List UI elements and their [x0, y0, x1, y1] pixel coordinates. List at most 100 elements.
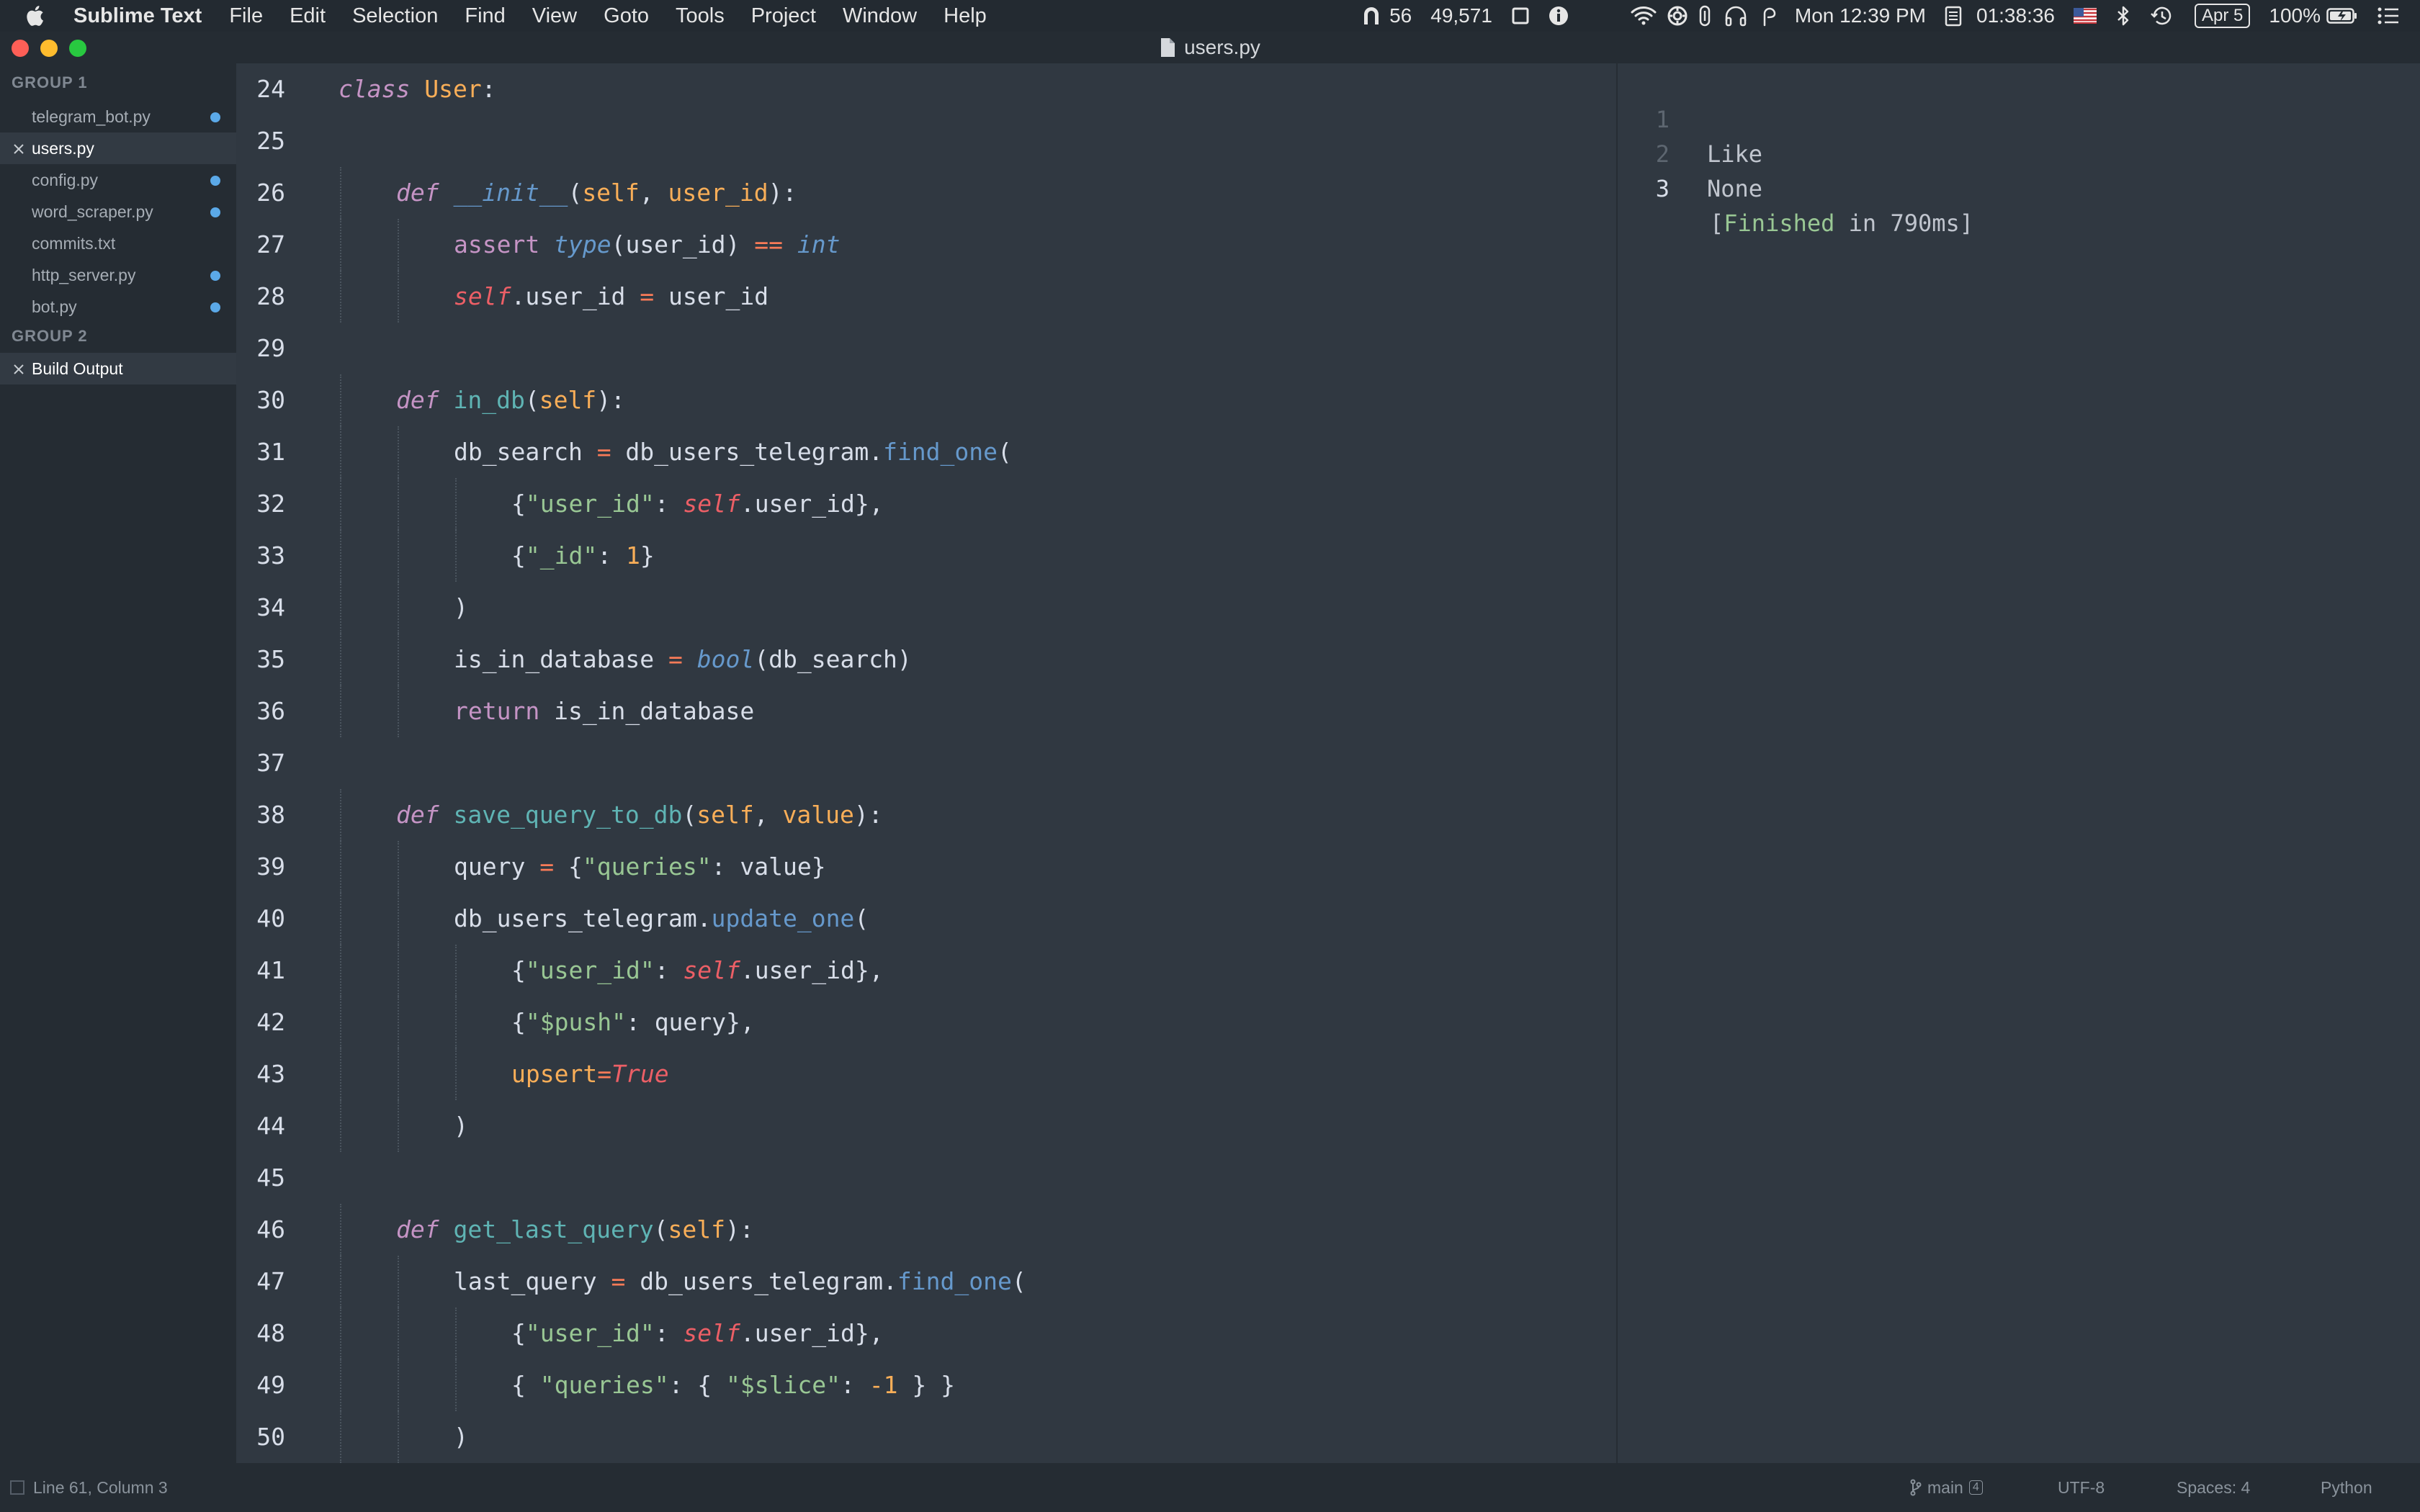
syntax-selector[interactable]: Python	[2321, 1463, 2372, 1512]
info-icon[interactable]	[1549, 6, 1569, 26]
code-line[interactable]: 39 query = {"queries": value}	[236, 841, 1616, 893]
window-title-text: users.py	[1184, 36, 1260, 58]
open-file-build-output[interactable]: Build Output	[0, 353, 236, 384]
square-icon[interactable]	[1511, 6, 1530, 25]
arch-status[interactable]: 56	[1362, 4, 1412, 27]
menu-view[interactable]: View	[532, 4, 577, 28]
code-line[interactable]: 24 class User:	[236, 63, 1616, 115]
menu-app-name[interactable]: Sublime Text	[73, 4, 202, 28]
apple-icon[interactable]	[26, 4, 48, 28]
code-line[interactable]: 38 def save_query_to_db(self, value):	[236, 789, 1616, 841]
indent-guide	[340, 634, 341, 685]
paperclip-icon[interactable]	[1698, 5, 1711, 27]
menu-project[interactable]: Project	[751, 4, 816, 28]
code-line[interactable]: 45	[236, 1152, 1616, 1204]
code-token: {	[554, 852, 583, 881]
git-branch[interactable]: main 4	[1910, 1463, 1983, 1512]
code-line[interactable]: 50)	[236, 1411, 1616, 1463]
stylus-icon[interactable]	[1760, 5, 1776, 27]
code-text: {"$push": query},	[511, 996, 755, 1048]
code-line[interactable]: 28 self.user_id = user_id	[236, 271, 1616, 323]
date-badge-container[interactable]: Apr 5	[2195, 4, 2251, 28]
code-line[interactable]: 25	[236, 115, 1616, 167]
build-output-pane[interactable]: 1 Like 2 None 3 [Finished in 790ms]	[1618, 63, 2420, 1463]
code-token: self	[683, 1319, 740, 1347]
code-token: "$push"	[525, 1008, 626, 1036]
code-line[interactable]: 37	[236, 737, 1616, 789]
menu-find[interactable]: Find	[465, 4, 505, 28]
code-line[interactable]: 32 {"user_id": self.user_id},	[236, 478, 1616, 530]
code-text: assert type(user_id) == int	[454, 219, 841, 271]
code-text: {"user_id": self.user_id},	[511, 478, 884, 530]
indent-guide	[340, 530, 341, 582]
code-line[interactable]: 26 def __init__(self, user_id):	[236, 167, 1616, 219]
control-center-icon[interactable]	[2377, 6, 2400, 25]
code-token: =	[597, 1060, 612, 1088]
status-count-b[interactable]: 49,571	[1430, 4, 1492, 27]
code-line[interactable]: 43 upsert=True	[236, 1048, 1616, 1100]
output-line: 1 Like	[1618, 68, 1762, 168]
calendar-icon[interactable]	[1945, 5, 1962, 27]
indentation-selector[interactable]: Spaces: 4	[2177, 1463, 2250, 1512]
code-editor[interactable]: 24 class User: 25 26 def __init__(self, user…	[236, 63, 1616, 1463]
headphones-icon[interactable]	[1724, 5, 1747, 27]
menu-selection[interactable]: Selection	[352, 4, 438, 28]
code-line[interactable]: 40 db_users_telegram.update_one(	[236, 893, 1616, 945]
code-token: 1	[625, 541, 640, 570]
menu-edit[interactable]: Edit	[290, 4, 326, 28]
indent-guide	[455, 478, 457, 530]
code-line[interactable]: 42 {"$push": query},	[236, 996, 1616, 1048]
menu-help[interactable]: Help	[944, 4, 987, 28]
open-file-telegram-bot[interactable]: telegram_bot.py	[0, 101, 236, 132]
code-line[interactable]: 33 {"_id": 1}	[236, 530, 1616, 582]
code-line[interactable]: 49 { "queries": { "$slice": -1 } }	[236, 1359, 1616, 1411]
code-line[interactable]: 46 def get_last_query(self):	[236, 1204, 1616, 1256]
code-line[interactable]: 29	[236, 323, 1616, 374]
open-file-config[interactable]: config.py	[0, 164, 236, 196]
code-line[interactable]: 36 return is_in_database	[236, 685, 1616, 737]
code-token: :	[654, 490, 684, 518]
menu-tools[interactable]: Tools	[676, 4, 725, 28]
line-number: 38	[256, 801, 285, 829]
panel-toggle-icon[interactable]	[10, 1480, 24, 1495]
menu-window[interactable]: Window	[843, 4, 917, 28]
open-file-bot[interactable]: bot.py	[0, 291, 236, 323]
encoding-selector[interactable]: UTF-8	[2058, 1463, 2105, 1512]
code-line[interactable]: 34)	[236, 582, 1616, 634]
code-token: .user_id	[511, 282, 640, 310]
close-icon[interactable]	[12, 361, 26, 376]
close-icon[interactable]	[12, 141, 26, 156]
code-token: int	[797, 230, 841, 258]
clock[interactable]: Mon 12:39 PM	[1795, 4, 1926, 27]
code-text: )	[454, 1411, 468, 1463]
open-file-commits[interactable]: commits.txt	[0, 228, 236, 259]
battery-charging-icon[interactable]	[2326, 7, 2358, 24]
indent-guide	[398, 945, 399, 996]
timer-readout[interactable]: 01:38:36	[1976, 4, 2055, 27]
time-machine-icon[interactable]	[2150, 5, 2173, 27]
code-line[interactable]: 35 is_in_database = bool(db_search)	[236, 634, 1616, 685]
code-line[interactable]: 31 db_search = db_users_telegram.find_one…	[236, 426, 1616, 478]
code-line[interactable]: 48 {"user_id": self.user_id},	[236, 1308, 1616, 1359]
menu-goto[interactable]: Goto	[604, 4, 649, 28]
indent-guide	[398, 893, 399, 945]
gear-icon[interactable]	[1667, 5, 1688, 27]
bluetooth-icon[interactable]	[2115, 5, 2131, 27]
code-token: (	[854, 904, 869, 932]
menu-file[interactable]: File	[229, 4, 263, 28]
code-token: True	[611, 1060, 669, 1088]
us-flag-icon[interactable]	[2074, 8, 2097, 24]
code-line[interactable]: 30 def in_db(self):	[236, 374, 1616, 426]
indent-guide	[398, 1256, 399, 1308]
indent-guide	[340, 1359, 341, 1411]
code-line[interactable]: 47 last_query = db_users_telegram.find_on…	[236, 1256, 1616, 1308]
line-number: 25	[256, 127, 285, 155]
open-file-http-server[interactable]: http_server.py	[0, 259, 236, 291]
code-line[interactable]: 41 {"user_id": self.user_id},	[236, 945, 1616, 996]
open-file-word-scraper[interactable]: word_scraper.py	[0, 196, 236, 228]
open-file-users[interactable]: users.py	[0, 132, 236, 164]
wifi-icon[interactable]	[1631, 6, 1657, 26]
code-line[interactable]: 27 assert type(user_id) == int	[236, 219, 1616, 271]
battery-percent[interactable]: 100%	[2269, 4, 2321, 27]
code-line[interactable]: 44)	[236, 1100, 1616, 1152]
